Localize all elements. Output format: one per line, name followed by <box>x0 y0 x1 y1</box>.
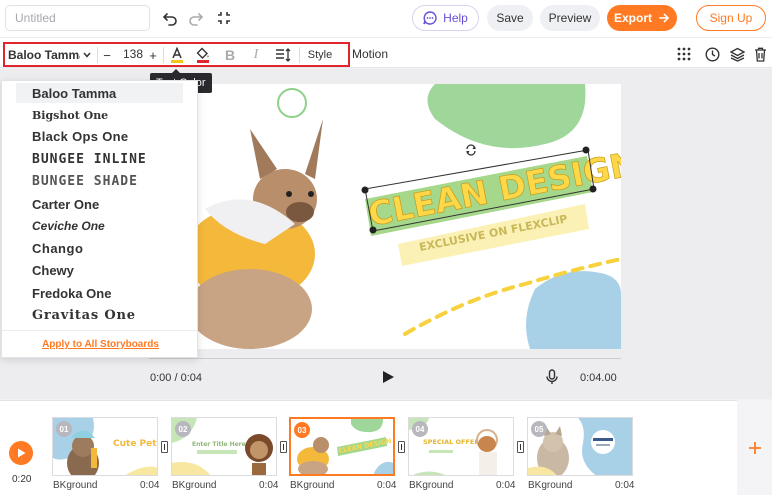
font-family-select[interactable]: Baloo Tamma <box>8 46 93 64</box>
grid-icon[interactable] <box>676 46 692 62</box>
format-toolbar: Baloo Tamma − 138 + B I Style Motion <box>0 37 772 68</box>
save-button[interactable]: Save <box>487 5 533 31</box>
scene-label: BKground <box>53 480 98 491</box>
signup-button[interactable]: Sign Up <box>696 5 766 31</box>
scene-number: 03 <box>294 422 310 438</box>
scene-title: CLEAN DESIGN <box>338 437 392 455</box>
scene-label: BKground <box>290 480 335 491</box>
font-option[interactable]: Chango <box>32 238 83 258</box>
font-family-dropdown: Baloo Tamma Bigshot One Black Ops One BU… <box>1 80 198 358</box>
scene-duration: 0:04 <box>259 480 279 491</box>
style-button[interactable]: Style <box>305 45 335 65</box>
scene-thumbnail-1[interactable]: Cute Pet 01 <box>52 417 158 476</box>
clock-icon[interactable] <box>704 46 720 62</box>
scene-artwork: CLEAN DESIGN EXCLUSIVE ON FLEXCLIP <box>185 84 621 349</box>
scene-thumbnail-3[interactable]: CLEAN DESIGN 03 <box>289 417 395 476</box>
preview-button[interactable]: Preview <box>540 5 600 31</box>
redo-icon[interactable] <box>186 8 206 28</box>
undo-icon[interactable] <box>160 8 180 28</box>
help-button[interactable]: Help <box>412 5 479 31</box>
scene-duration: 0:04 <box>140 480 160 491</box>
scene-number: 01 <box>56 421 72 437</box>
transition-button[interactable] <box>161 441 168 453</box>
bold-button[interactable]: B <box>222 45 238 65</box>
timeline-scrubber[interactable] <box>149 358 621 359</box>
transition-button[interactable] <box>398 441 405 453</box>
scene-title: SPECIAL OFFER <box>423 438 479 446</box>
export-label: Export <box>613 11 652 25</box>
scene-label: BKground <box>528 480 573 491</box>
chat-help-icon <box>423 11 437 25</box>
fill-color-button[interactable] <box>194 45 212 65</box>
scene-duration: 0:04 <box>496 480 516 491</box>
font-option[interactable]: Fredoka One <box>32 283 111 303</box>
font-family-value: Baloo Tamma <box>8 48 80 62</box>
motion-button[interactable]: Motion <box>352 47 388 61</box>
current-time: 0:00 / 0:04 <box>150 372 202 384</box>
transition-button[interactable] <box>517 441 524 453</box>
line-spacing-icon <box>276 48 291 62</box>
transition-button[interactable] <box>280 441 287 453</box>
divider <box>97 47 98 63</box>
scene-thumbnail-5[interactable]: 05 <box>527 417 633 476</box>
font-option[interactable]: BUNGEE SHADE <box>32 171 138 191</box>
font-size-value[interactable]: 138 <box>115 47 151 61</box>
storyboard-total-time: 0:20 <box>12 474 32 485</box>
total-time: 0:04.00 <box>580 372 617 384</box>
line-spacing-button[interactable] <box>274 45 292 65</box>
top-bar: Help Save Preview Export Sign Up <box>0 0 772 37</box>
text-format-group: Baloo Tamma − 138 + B I Style <box>3 42 350 67</box>
scene-duration: 0:04 <box>377 480 397 491</box>
scene-number: 04 <box>412 421 428 437</box>
text-color-button[interactable] <box>168 45 186 65</box>
canvas-preview[interactable]: CLEAN DESIGN EXCLUSIVE ON FLEXCLIP <box>165 84 621 349</box>
scene-number: 05 <box>531 421 547 437</box>
scene-thumbnail-2[interactable]: Enter Title Here 02 <box>171 417 277 476</box>
scene-title: Cute Pet <box>113 439 157 449</box>
add-scene-button[interactable] <box>737 400 772 495</box>
apply-to-all-link[interactable]: Apply to All Storyboards <box>2 339 199 350</box>
project-title-input[interactable] <box>5 5 150 31</box>
scene-duration: 0:04 <box>615 480 635 491</box>
text-color-icon <box>171 47 183 63</box>
export-button[interactable]: Export <box>607 5 677 31</box>
plus-icon <box>748 441 761 454</box>
divider <box>299 47 300 63</box>
italic-button[interactable]: I <box>248 45 264 65</box>
storyboard-play-button[interactable] <box>9 441 33 465</box>
fullscreen-icon[interactable] <box>214 8 234 28</box>
rotate-handle-icon[interactable] <box>463 142 479 158</box>
chevron-down-icon <box>83 52 91 58</box>
layers-icon[interactable] <box>729 46 745 62</box>
font-option[interactable]: Carter One <box>32 194 99 214</box>
font-size-decrease-button[interactable]: − <box>101 45 113 65</box>
font-option[interactable]: Bigshot One <box>32 105 108 125</box>
divider <box>163 47 164 63</box>
trash-icon[interactable] <box>752 46 768 62</box>
scene-number: 02 <box>175 421 191 437</box>
scene-thumbnail-4[interactable]: SPECIAL OFFER 04 <box>408 417 514 476</box>
play-icon[interactable] <box>381 370 395 384</box>
font-size-increase-button[interactable]: + <box>147 45 159 65</box>
scene-label: BKground <box>172 480 217 491</box>
help-label: Help <box>443 11 468 25</box>
font-option[interactable]: Chewy <box>32 260 74 280</box>
font-option[interactable]: Baloo Tamma <box>16 83 183 103</box>
scene-label: BKground <box>409 480 454 491</box>
font-option[interactable]: Gravitas One <box>32 305 136 325</box>
paint-bucket-icon <box>196 47 209 63</box>
divider <box>2 330 197 331</box>
microphone-icon[interactable] <box>545 369 559 385</box>
arrow-right-icon <box>659 13 670 23</box>
font-option[interactable]: BUNGEE INLINE <box>32 149 147 169</box>
font-option[interactable]: Ceviche One <box>32 216 105 236</box>
play-icon <box>18 448 26 458</box>
scene-title: Enter Title Here <box>192 441 246 448</box>
font-option[interactable]: Black Ops One <box>32 126 128 146</box>
